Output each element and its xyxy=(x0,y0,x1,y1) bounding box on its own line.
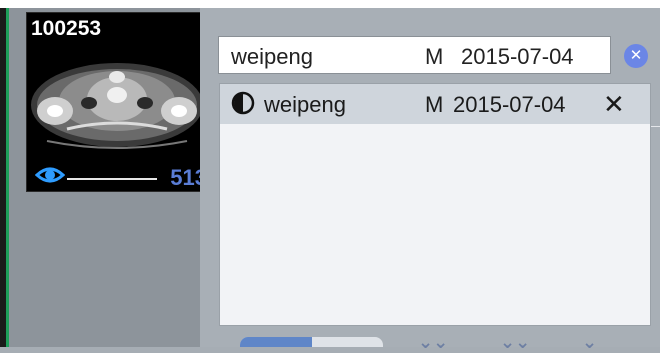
left-edge-strip xyxy=(0,8,9,347)
search-date: 2015-07-04 xyxy=(461,44,574,69)
chevron-down-icon[interactable]: ⌄⌄ xyxy=(500,332,530,353)
chevron-down-icon[interactable]: ⌄ xyxy=(582,332,597,353)
item-sex: M xyxy=(425,92,444,117)
item-name: weipeng xyxy=(264,92,346,117)
patient-search-panel: weipeng M 2015-07-04 ✕ weipeng M 2015-07… xyxy=(200,8,660,347)
bottom-toggle-active xyxy=(240,337,312,347)
eye-icon xyxy=(231,91,255,115)
list-item[interactable]: weipeng M 2015-07-04 ✕ xyxy=(220,84,650,124)
search-results-dropdown: weipeng M 2015-07-04 ✕ xyxy=(219,83,651,326)
slice-indicator: 513 xyxy=(27,163,205,191)
close-icon[interactable]: ✕ xyxy=(603,89,625,120)
panel-edge-line xyxy=(651,126,660,127)
eye-icon[interactable] xyxy=(35,164,65,186)
series-thumbnail[interactable]: 100253 513 xyxy=(26,12,206,192)
thumbnail-column: 100253 513 xyxy=(9,8,206,347)
slice-line xyxy=(67,178,157,180)
clear-icon[interactable]: ✕ xyxy=(624,44,648,68)
ct-scan-image xyxy=(31,63,203,149)
top-border xyxy=(0,0,660,8)
bottom-toggle-bar[interactable] xyxy=(240,337,383,347)
item-date: 2015-07-04 xyxy=(453,92,566,117)
search-name: weipeng xyxy=(231,44,313,69)
patient-search-input[interactable]: weipeng M 2015-07-04 xyxy=(218,36,611,74)
search-sex: M xyxy=(425,44,444,69)
chevron-down-icon[interactable]: ⌄⌄ xyxy=(418,332,448,353)
